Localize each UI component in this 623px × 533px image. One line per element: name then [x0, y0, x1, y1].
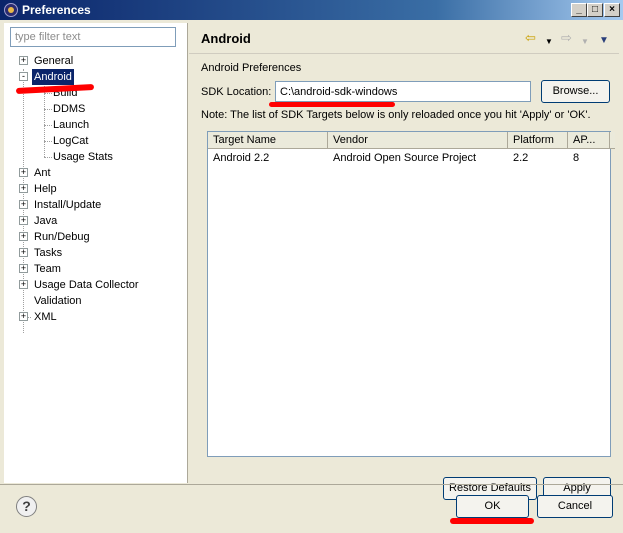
tree-item-run-debug[interactable]: + Run/Debug: [4, 229, 188, 245]
eclipse-icon: [4, 3, 18, 17]
expand-icon[interactable]: +: [19, 280, 28, 289]
table-cell: Android Open Source Project: [333, 152, 477, 164]
page-content: Android Preferences SDK Location: Browse…: [189, 55, 619, 500]
close-button[interactable]: ×: [604, 3, 620, 17]
forward-dropdown-icon[interactable]: ▼: [581, 35, 589, 49]
tree-item-label: Team: [34, 263, 61, 275]
sdk-location-label: SDK Location:: [201, 86, 272, 98]
tree-item-label: Install/Update: [34, 199, 102, 211]
forward-arrow-icon[interactable]: ⇨: [561, 31, 572, 45]
cancel-button[interactable]: Cancel: [537, 495, 613, 518]
tree-item-usage-data-collector[interactable]: + Usage Data Collector: [4, 277, 188, 293]
sdk-location-input[interactable]: [275, 81, 531, 102]
tree-item-tasks[interactable]: + Tasks: [4, 245, 188, 261]
tree-item-label: Tasks: [34, 247, 63, 259]
tree-item-label: Usage Data Collector: [34, 279, 139, 291]
preference-page: Android ⇦ ▼ ⇨ ▼ ▼ Android Preferences SD…: [189, 23, 619, 500]
tree-item-logcat[interactable]: LogCat: [4, 133, 188, 149]
preferences-sidebar: + General - Android Build DDMS Launch Lo…: [4, 23, 188, 483]
expand-icon[interactable]: +: [19, 248, 28, 257]
dialog-footer: ? OK Cancel: [0, 484, 623, 533]
tree-item-android[interactable]: - Android: [4, 69, 188, 85]
ok-button[interactable]: OK: [456, 495, 529, 518]
tree-item-label: Run/Debug: [34, 231, 90, 243]
tree-item-label: General: [34, 55, 74, 67]
back-arrow-icon[interactable]: ⇦: [525, 31, 536, 45]
table-cell: Android 2.2: [213, 152, 270, 164]
tree-item-label: LogCat: [53, 135, 89, 147]
tree-item-install-update[interactable]: + Install/Update: [4, 197, 188, 213]
tree-item-general[interactable]: + General: [4, 53, 188, 69]
column-header-api[interactable]: AP...: [568, 132, 610, 149]
column-header-filler: [610, 132, 615, 149]
tree-item-launch[interactable]: Launch: [4, 117, 188, 133]
section-title: Android Preferences: [201, 62, 302, 74]
reload-note: Note: The list of SDK Targets below is o…: [201, 109, 591, 121]
table-cell: 8: [573, 152, 580, 164]
sdk-targets-table[interactable]: Target Name Vendor Platform AP... Androi…: [207, 131, 615, 457]
tree-item-label: Launch: [53, 119, 90, 131]
tree-item-ddms[interactable]: DDMS: [4, 101, 188, 117]
tree-item-label: Android: [32, 69, 74, 85]
tree-item-xml[interactable]: + XML: [4, 309, 188, 325]
tree-item-ant[interactable]: + Ant: [4, 165, 188, 181]
column-header-platform[interactable]: Platform: [508, 132, 568, 149]
expand-icon[interactable]: +: [19, 312, 28, 321]
back-dropdown-icon[interactable]: ▼: [545, 35, 553, 49]
tree-item-label: DDMS: [53, 103, 86, 115]
tree-item-validation[interactable]: Validation: [4, 293, 188, 309]
expand-icon[interactable]: +: [19, 232, 28, 241]
browse-button[interactable]: Browse...: [541, 80, 610, 103]
expand-icon[interactable]: +: [19, 216, 28, 225]
tree-item-label: XML: [34, 311, 57, 323]
window-title: Preferences: [22, 3, 91, 17]
tree-item-label: Help: [34, 183, 57, 195]
tree-item-team[interactable]: + Team: [4, 261, 188, 277]
tree-item-java[interactable]: + Java: [4, 213, 188, 229]
title-bar[interactable]: Preferences _ □ ×: [0, 0, 623, 20]
tree-item-label: Java: [34, 215, 58, 227]
column-header-vendor[interactable]: Vendor: [328, 132, 508, 149]
expand-icon[interactable]: +: [19, 56, 28, 65]
expand-icon[interactable]: +: [19, 168, 28, 177]
tree-item-help[interactable]: + Help: [4, 181, 188, 197]
collapse-icon[interactable]: -: [19, 72, 28, 81]
tree-item-label: Usage Stats: [53, 151, 113, 163]
tree-item-label: Validation: [34, 295, 82, 307]
help-icon[interactable]: ?: [16, 496, 37, 517]
table-cell: 2.2: [513, 152, 529, 164]
expand-icon[interactable]: +: [19, 264, 28, 273]
filter-input[interactable]: [10, 27, 176, 47]
expand-icon[interactable]: +: [19, 184, 28, 193]
minimize-button[interactable]: _: [571, 3, 587, 17]
expand-icon[interactable]: +: [19, 200, 28, 209]
view-menu-icon[interactable]: ▼: [599, 34, 609, 48]
page-title: Android: [201, 31, 251, 46]
maximize-button[interactable]: □: [587, 3, 603, 17]
annotation-highlight: [450, 518, 534, 524]
page-header: Android ⇦ ▼ ⇨ ▼ ▼: [189, 23, 619, 54]
tree-item-label: Ant: [34, 167, 51, 179]
annotation-highlight: [269, 102, 395, 107]
tree-item-usage-stats[interactable]: Usage Stats: [4, 149, 188, 165]
column-header-target-name[interactable]: Target Name: [208, 132, 328, 149]
